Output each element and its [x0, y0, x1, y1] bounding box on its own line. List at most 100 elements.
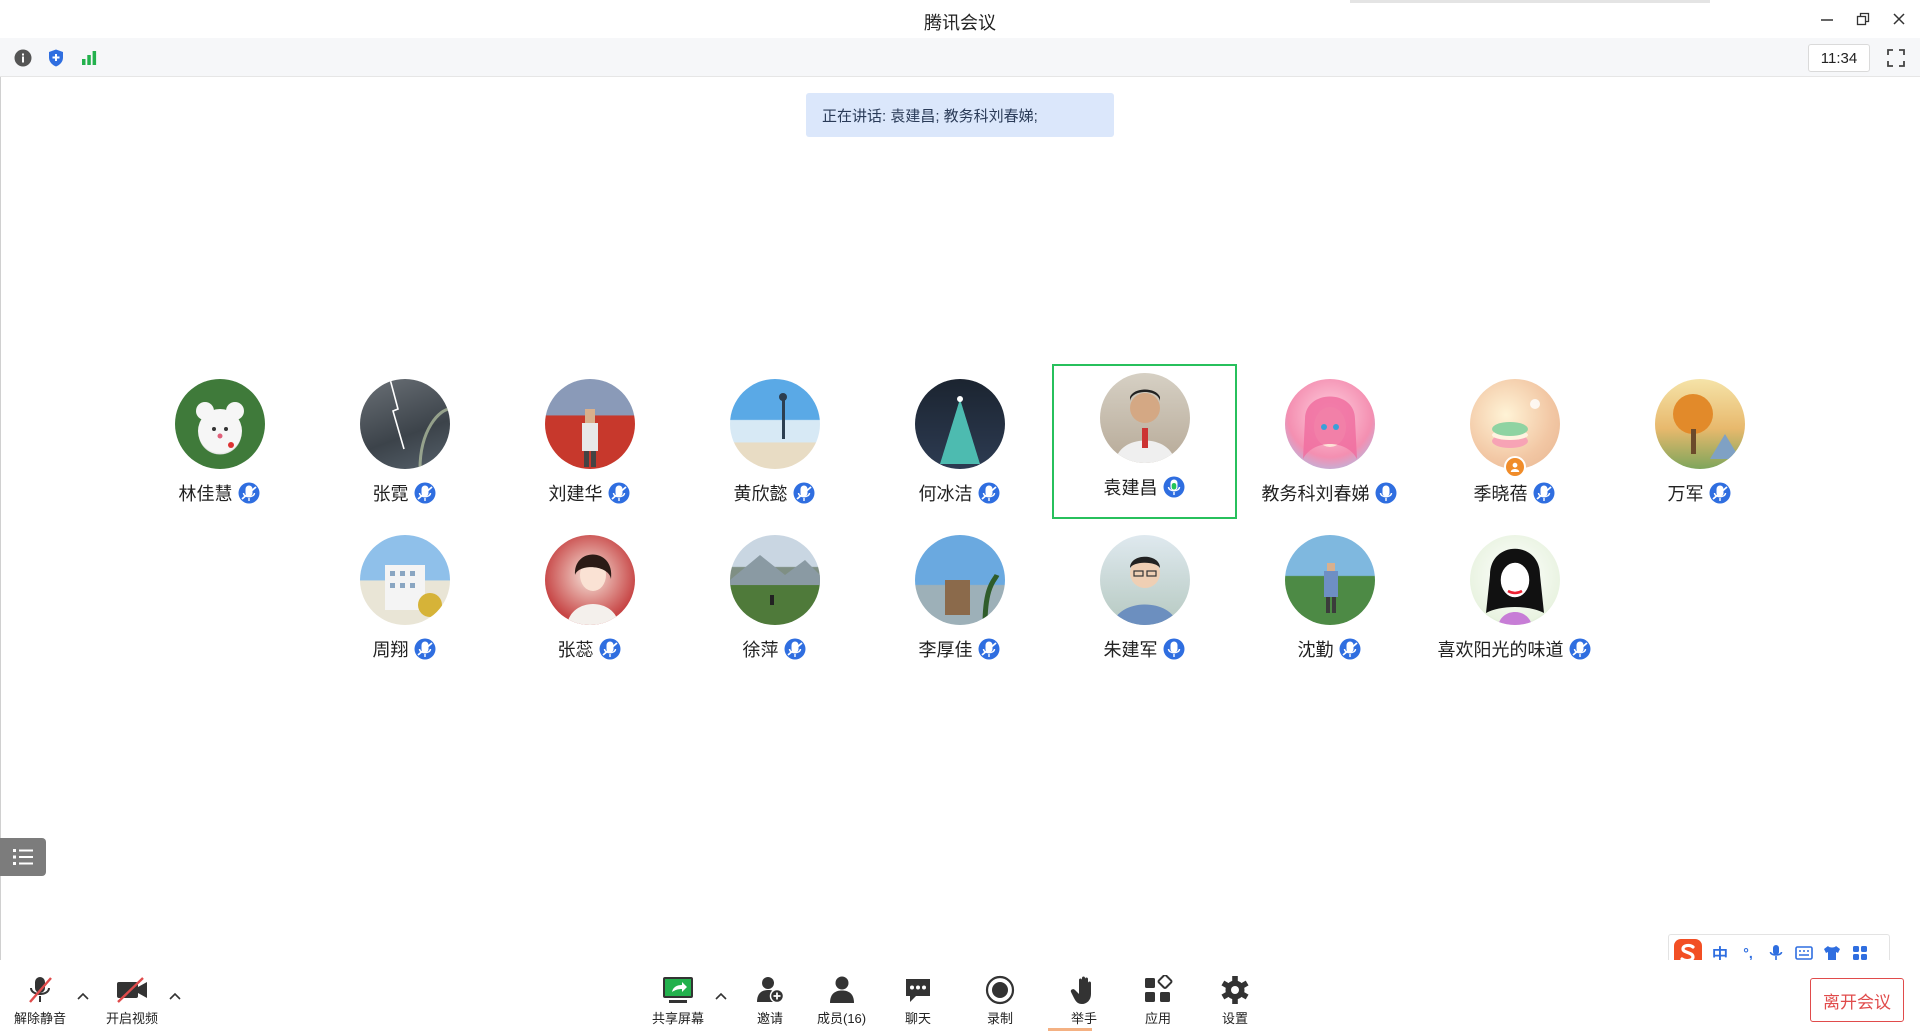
participant-name-row: 刘建华 [497, 480, 682, 506]
participant-name-row: 教务科刘春娣 [1237, 480, 1422, 506]
gear-icon [1221, 976, 1249, 1004]
apps-label: 应用 [1144, 1011, 1171, 1026]
record-button[interactable]: 录制 [985, 974, 1015, 1027]
apps-icon [1145, 975, 1173, 1002]
members-button[interactable]: 成员(16) [817, 974, 866, 1027]
participant-name: 周翔 [372, 640, 409, 660]
mic-muted-icon [783, 637, 807, 661]
avatar [1099, 535, 1190, 625]
window-title: 腾讯会议 [924, 13, 996, 33]
participant-name: 张蕊 [557, 640, 594, 660]
mic-muted-icon [977, 481, 1001, 505]
mic-muted-icon [598, 637, 622, 661]
invite-button[interactable]: 邀请 [755, 974, 785, 1027]
unmute-label: 解除静音 [14, 1011, 67, 1026]
participant-tile[interactable]: 周翔 [312, 526, 497, 681]
participant-tile[interactable]: 喜欢阳光的味道 [1422, 526, 1607, 681]
avatar [1654, 379, 1745, 469]
meeting-info-bar: 11:34 [0, 38, 1920, 77]
close-button[interactable] [1884, 6, 1914, 32]
participant-name-row: 季晓蓓 [1422, 480, 1607, 506]
meeting-controls: 解除静音 开启视频 共享屏幕 邀请 成员(16) 聊天 录制 举手 应用 设置 [0, 960, 1920, 1032]
leave-meeting-button[interactable]: 离开会议 [1810, 978, 1904, 1022]
members-icon [829, 976, 854, 1003]
fullscreen-icon[interactable] [1884, 46, 1908, 70]
participant-tile[interactable]: 季晓蓓 [1422, 370, 1607, 525]
title-bar: 腾讯会议 [0, 0, 1920, 38]
avatar [729, 535, 820, 625]
participant-name-row: 何冰洁 [867, 480, 1052, 506]
participant-name: 林佳慧 [178, 484, 233, 504]
participant-name-row: 张霓 [312, 480, 497, 506]
share-screen-button[interactable]: 共享屏幕 [652, 974, 704, 1027]
participant-tile[interactable]: 教务科刘春娣 [1237, 370, 1422, 525]
participant-name-row: 张蕊 [497, 636, 682, 662]
participant-name-row: 沈勤 [1237, 636, 1422, 662]
invite-icon [757, 977, 785, 1004]
participant-name: 季晓蓓 [1473, 484, 1528, 504]
info-icon[interactable] [12, 47, 34, 69]
raise-hand-label: 举手 [1070, 1011, 1097, 1026]
avatar [1099, 373, 1190, 463]
participant-name: 刘建华 [548, 484, 603, 504]
apps-button[interactable]: 应用 [1143, 974, 1173, 1027]
video-options-caret[interactable] [168, 990, 182, 1002]
participant-tile[interactable]: 张蕊 [497, 526, 682, 681]
participant-tile[interactable]: 林佳慧 [127, 370, 312, 525]
participant-tile[interactable]: 黄欣懿 [682, 370, 867, 525]
signal-strength-icon[interactable] [78, 47, 100, 69]
title-shadow [1350, 0, 1710, 3]
avatar [174, 379, 265, 469]
minimize-button[interactable] [1812, 6, 1842, 32]
participant-tile[interactable]: 袁建昌 [1052, 364, 1237, 519]
invite-label: 邀请 [756, 1011, 783, 1026]
restore-button[interactable] [1848, 6, 1878, 32]
chat-button[interactable]: 聊天 [903, 974, 933, 1027]
participant-name: 袁建昌 [1103, 478, 1158, 498]
mic-muted-icon [607, 481, 631, 505]
participant-tile[interactable]: 刘建华 [497, 370, 682, 525]
list-toggle-button[interactable] [0, 838, 46, 876]
avatar [1284, 379, 1375, 469]
participant-tile[interactable]: 徐萍 [682, 526, 867, 681]
participant-name-row: 万军 [1607, 480, 1792, 506]
participant-name-row: 徐萍 [682, 636, 867, 662]
raise-hand-indicator [1048, 1028, 1092, 1031]
settings-button[interactable]: 设置 [1220, 974, 1250, 1027]
participant-tile[interactable]: 万军 [1607, 370, 1792, 525]
mic-muted-icon [413, 481, 437, 505]
participant-tile[interactable]: 朱建军 [1052, 526, 1237, 681]
raise-hand-icon [1070, 976, 1091, 1004]
participant-name-row: 喜欢阳光的味道 [1422, 636, 1607, 662]
record-icon [985, 975, 1015, 1005]
participant-name: 喜欢阳光的味道 [1437, 640, 1564, 660]
raise-hand-button[interactable]: 举手 [1070, 974, 1098, 1027]
participant-name-row: 黄欣懿 [682, 480, 867, 506]
muted-mic-icon [29, 977, 52, 1003]
video-off-icon [117, 977, 147, 1003]
share-screen-icon [663, 977, 693, 1003]
mic-on-icon [1374, 481, 1398, 505]
participant-name-row: 林佳慧 [127, 480, 312, 506]
participant-tile[interactable]: 张霓 [312, 370, 497, 525]
start-video-button[interactable]: 开启视频 [106, 974, 158, 1027]
unmute-button[interactable]: 解除静音 [14, 974, 66, 1027]
participant-tile[interactable]: 李厚佳 [867, 526, 1052, 681]
share-options-caret[interactable] [714, 990, 728, 1002]
avatar [359, 535, 450, 625]
participant-tile[interactable]: 何冰洁 [867, 370, 1052, 525]
mic-muted-icon [792, 481, 816, 505]
participant-tile[interactable]: 沈勤 [1237, 526, 1422, 681]
participant-name-row: 周翔 [312, 636, 497, 662]
participant-name-row: 李厚佳 [867, 636, 1052, 662]
mic-muted-icon [977, 637, 1001, 661]
avatar [544, 379, 635, 469]
security-shield-icon[interactable] [45, 47, 67, 69]
chat-label: 聊天 [904, 1011, 931, 1026]
video-label: 开启视频 [106, 1011, 159, 1026]
avatar [914, 379, 1005, 469]
audio-options-caret[interactable] [76, 990, 90, 1002]
avatar [729, 379, 820, 469]
mic-muted-icon [1708, 481, 1732, 505]
mic-muted-icon [413, 637, 437, 661]
